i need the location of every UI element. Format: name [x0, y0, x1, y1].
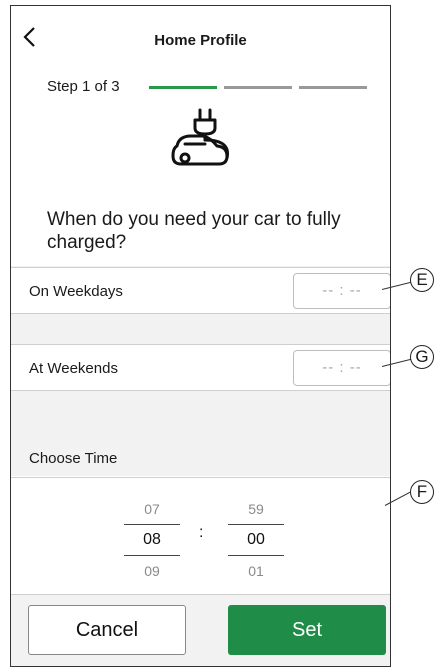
step-bar-1 [149, 86, 217, 89]
minute-next[interactable]: 01 [228, 556, 284, 586]
step-indicator: Step 1 of 3 [47, 78, 377, 98]
hour-wheel[interactable]: 07 08 09 [124, 494, 180, 586]
weekends-row: At Weekends -- : -- [11, 344, 390, 391]
weekends-label: At Weekends [29, 360, 118, 377]
step-bar-3 [299, 86, 367, 89]
hour-next[interactable]: 09 [124, 556, 180, 586]
step-bar-2 [224, 86, 292, 89]
choose-time-label: Choose Time [29, 450, 118, 467]
footer: Cancel Set [11, 594, 390, 666]
minute-wheel[interactable]: 59 00 01 [228, 494, 284, 586]
header: Home Profile [11, 6, 390, 66]
ev-charging-car-icon [171, 108, 230, 166]
weekdays-label: On Weekdays [29, 283, 123, 300]
app-screen: Home Profile Step 1 of 3 When do you nee… [10, 5, 391, 667]
callout-e: E [410, 268, 434, 292]
callout-g: G [410, 345, 434, 369]
hour-prev[interactable]: 07 [124, 494, 180, 524]
page-title: Home Profile [154, 32, 247, 49]
minute-prev[interactable]: 59 [228, 494, 284, 524]
question-text: When do you need your car to fully charg… [47, 209, 341, 253]
step-label: Step 1 of 3 [47, 78, 120, 95]
time-separator: : [199, 524, 204, 541]
weekdays-row: On Weekdays -- : -- [11, 267, 390, 314]
hour-selected[interactable]: 08 [124, 524, 180, 556]
time-picker[interactable]: 07 08 09 : 59 00 01 [11, 477, 390, 602]
weekdays-time-field[interactable]: -- : -- [293, 273, 390, 309]
set-button[interactable]: Set [228, 605, 386, 655]
callout-f: F [410, 480, 434, 504]
weekends-time-field[interactable]: -- : -- [293, 350, 390, 386]
minute-selected[interactable]: 00 [228, 524, 284, 556]
cancel-button[interactable]: Cancel [28, 605, 186, 655]
